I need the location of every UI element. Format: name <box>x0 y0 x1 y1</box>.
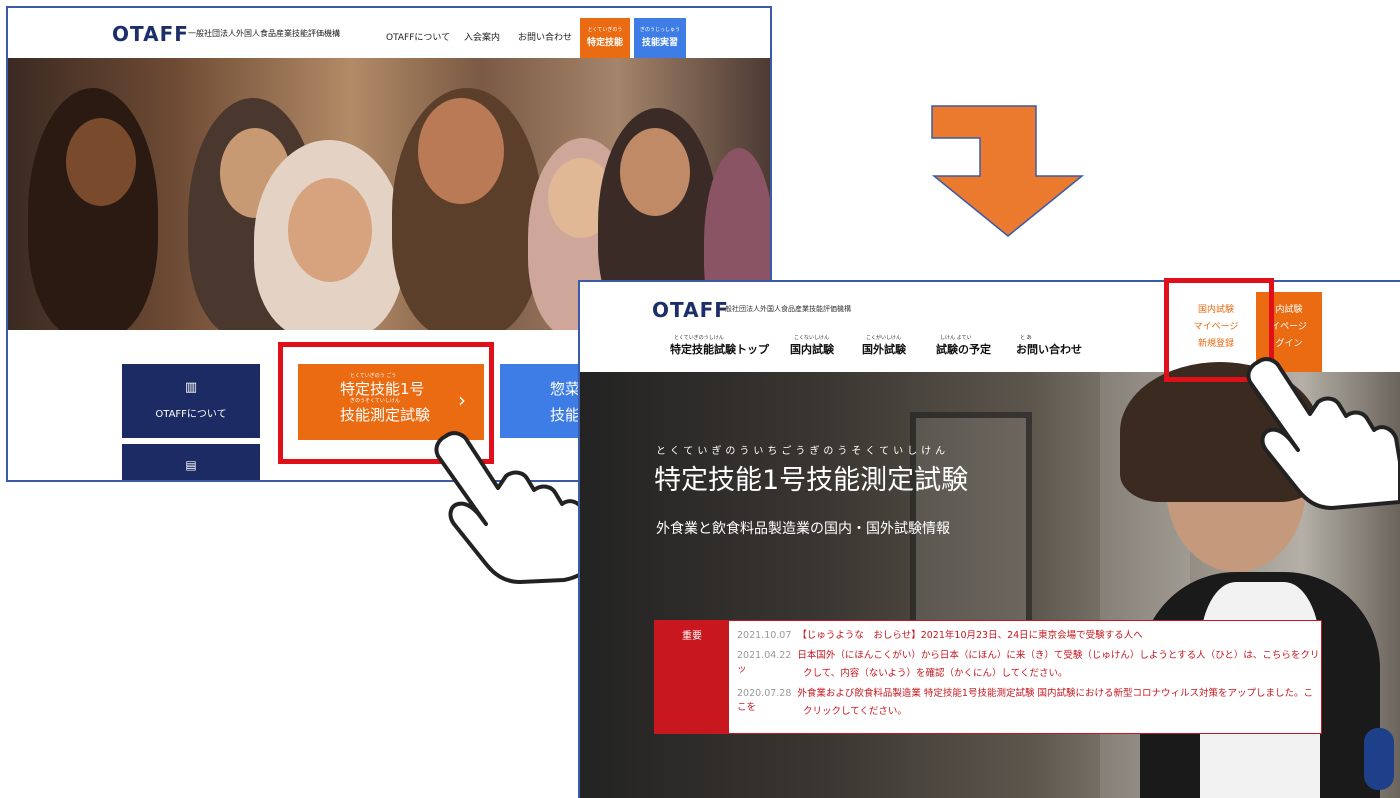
news-date: 2021.10.07 <box>737 630 792 641</box>
nav-ruby: こくないしけん <box>794 335 830 341</box>
hero-title-ruby: とくていぎのういちごうぎのうそくていしけん <box>656 446 950 457</box>
nav-label: 特定技能試験トップ <box>670 343 769 356</box>
nav-ruby: と あ <box>1020 335 1032 341</box>
news-date: 2020.07.28 <box>737 688 792 699</box>
nav-contact[interactable]: お問い合わせ <box>518 30 572 43</box>
tab-ruby: ぎのうじっしゅう <box>639 27 680 33</box>
news-text: クリックしてください。 <box>803 706 907 717</box>
important-news-box: 重要 2021.10.07 【じゅうような おしらせ】2021年10月23日、24… <box>654 620 1322 734</box>
tab-label: 特定技能 <box>586 38 623 48</box>
chat-widget-button[interactable] <box>1364 728 1394 790</box>
person-face <box>66 118 136 206</box>
tab-technical-intern[interactable]: ぎのうじっしゅう 技能実習 <box>634 18 686 60</box>
news-item[interactable]: 2021.10.07 【じゅうような おしらせ】2021年10月23日、24日に東… <box>737 627 1143 641</box>
news-text: 【じゅうような おしらせ】2021年10月23日、24日に東京会場で受験する人へ <box>797 630 1143 641</box>
org-name: 一般社団法人外国人食品産業技能評価機構 <box>718 305 851 313</box>
news-date: 2021.04.22 <box>737 650 792 661</box>
tab-ruby: とくていぎのう <box>587 27 623 33</box>
hero-subtitle: 外食業と飲食料品製造業の国内・国外試験情報 <box>656 521 950 537</box>
nav-domestic-test[interactable]: こくないしけん 国内試験 <box>790 334 834 357</box>
news-item-continued[interactable]: クして、内容（ないよう）を確認（かくにん）してください。 <box>803 665 1067 679</box>
news-text: クして、内容（ないよう）を確認（かくにん）してください。 <box>803 668 1068 679</box>
tab-label: 技能実習 <box>641 38 678 48</box>
document-icon: ▤ <box>185 458 197 472</box>
otaff-logo[interactable]: OTAFF <box>112 22 189 46</box>
nav-label: 試験の予定 <box>936 343 991 356</box>
org-name: 一般社団法人外国人食品産業技能評価機構 <box>188 29 340 38</box>
nav-label: 国内試験 <box>790 343 834 356</box>
news-item-continued[interactable]: クリックしてください。 <box>803 703 907 717</box>
nav-contact[interactable]: と あ お問い合わせ <box>1016 334 1082 357</box>
pointing-hand-icon <box>1246 357 1400 510</box>
nav-skill-test-top[interactable]: とくていぎのうしけん 特定技能試験トップ <box>670 334 769 357</box>
pointing-hand-icon <box>434 431 597 584</box>
nav-test-schedule[interactable]: しけん よてい 試験の予定 <box>936 334 991 357</box>
nav-membership[interactable]: 入会案内 <box>464 30 500 43</box>
tile-documents[interactable]: ▤ <box>122 444 260 480</box>
nav-overseas-test[interactable]: こくがいしけん 国外試験 <box>862 334 906 357</box>
tile-label: OTAFFについて <box>155 409 227 420</box>
person-face <box>288 178 372 282</box>
building-icon: ▥ <box>184 380 198 395</box>
nav-ruby: しけん よてい <box>940 335 972 341</box>
site-header: OTAFF 一般社団法人外国人食品産業技能評価機構 OTAFFについて 入会案内… <box>8 8 770 60</box>
nav-about[interactable]: OTAFFについて <box>386 30 450 43</box>
person-face <box>620 128 690 216</box>
tab-specified-skill[interactable]: とくていぎのう 特定技能 <box>580 18 630 60</box>
nav-label: お問い合わせ <box>1016 343 1082 356</box>
nav-ruby: とくていぎのうしけん <box>674 335 724 341</box>
nav-label: 国外試験 <box>862 343 906 356</box>
hero-title: 特定技能1号技能測定試験 <box>654 465 969 496</box>
tile-label-line2: 技能 <box>550 406 581 424</box>
tile-label-line1: 惣菜 <box>550 380 581 398</box>
news-tag: 重要 <box>655 621 729 733</box>
nav-ruby: こくがいしけん <box>866 335 902 341</box>
tile-about-otaff[interactable]: ▥ OTAFFについて <box>122 364 260 438</box>
arrow-down-icon <box>931 105 1085 237</box>
person-face <box>418 98 504 204</box>
